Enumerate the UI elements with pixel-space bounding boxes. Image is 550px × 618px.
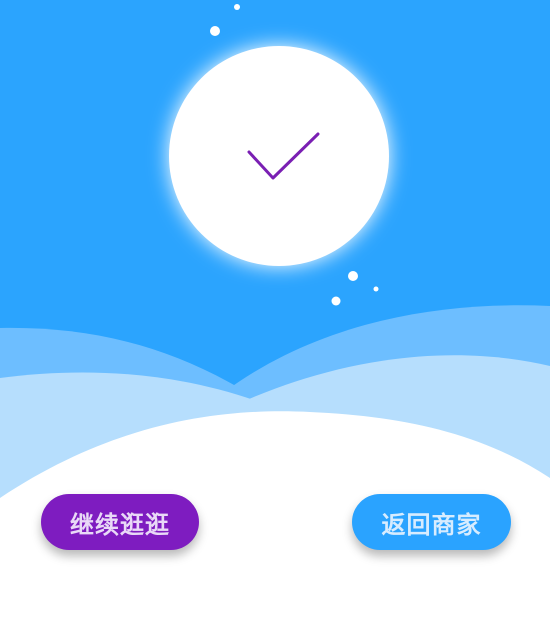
- continue-shopping-button[interactable]: 继续逛逛: [41, 494, 199, 550]
- sparkle-dot: [348, 271, 358, 281]
- success-badge: [169, 46, 389, 266]
- sparkle-dot: [210, 26, 220, 36]
- sparkle-dot: [234, 4, 240, 10]
- success-screen: 继续逛逛 返回商家: [0, 0, 550, 618]
- sparkle-dot: [331, 296, 341, 306]
- return-to-merchant-button[interactable]: 返回商家: [352, 494, 511, 550]
- continue-shopping-label: 继续逛逛: [70, 510, 170, 539]
- sparkle-dot: [373, 286, 379, 292]
- return-to-merchant-label: 返回商家: [381, 510, 482, 539]
